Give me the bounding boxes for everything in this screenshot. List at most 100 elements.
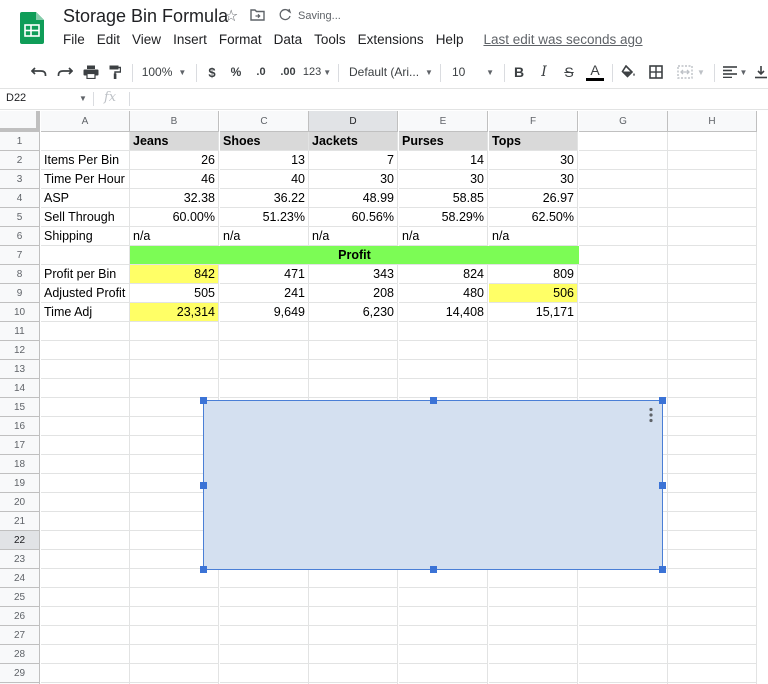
row-label-cell[interactable]: ASP: [41, 189, 130, 208]
grid-cell[interactable]: [668, 493, 757, 512]
column-title-cell[interactable]: Shoes: [220, 132, 309, 151]
menu-format[interactable]: Format: [213, 30, 268, 50]
grid-cell[interactable]: [579, 189, 668, 208]
row-header-6[interactable]: 6: [0, 227, 40, 246]
grid-cell[interactable]: [668, 284, 757, 303]
document-title[interactable]: Storage Bin Formula: [63, 6, 228, 27]
grid-cell[interactable]: [668, 645, 757, 664]
grid-cell[interactable]: [668, 417, 757, 436]
grid-cell[interactable]: [668, 626, 757, 645]
grid-cell[interactable]: [41, 512, 130, 531]
value-cell[interactable]: 51.23%: [220, 208, 309, 227]
grid-cell[interactable]: [668, 246, 757, 265]
resize-handle[interactable]: [659, 566, 666, 573]
paint-format-button[interactable]: [104, 58, 126, 86]
value-cell[interactable]: 343: [309, 265, 398, 284]
grid-cell[interactable]: [41, 379, 130, 398]
undo-button[interactable]: [28, 58, 50, 86]
grid-cell[interactable]: [130, 379, 219, 398]
value-cell[interactable]: 32.38: [130, 189, 219, 208]
column-header-g[interactable]: G: [579, 111, 668, 132]
grid-cell[interactable]: [309, 379, 398, 398]
grid-cell[interactable]: [399, 569, 488, 588]
menu-insert[interactable]: Insert: [167, 30, 213, 50]
select-all-corner[interactable]: [0, 111, 40, 132]
profit-header-band[interactable]: Profit: [130, 246, 579, 265]
more-vert-icon[interactable]: [648, 407, 654, 423]
value-cell[interactable]: 46: [130, 170, 219, 189]
row-header-23[interactable]: 23: [0, 550, 40, 569]
grid-cell[interactable]: [220, 322, 309, 341]
value-cell[interactable]: 7: [309, 151, 398, 170]
value-cell[interactable]: 30: [489, 170, 578, 189]
grid-cell[interactable]: [399, 664, 488, 683]
grid-cell[interactable]: [668, 664, 757, 683]
menu-edit[interactable]: Edit: [91, 30, 126, 50]
grid-cell[interactable]: [668, 379, 757, 398]
grid-cell[interactable]: [489, 588, 578, 607]
formula-input[interactable]: [134, 89, 764, 109]
grid-cell[interactable]: [579, 170, 668, 189]
grid-cell[interactable]: [668, 360, 757, 379]
grid-cell[interactable]: [489, 322, 578, 341]
grid-cell[interactable]: [309, 569, 398, 588]
value-cell[interactable]: 809: [489, 265, 578, 284]
grid-cell[interactable]: [668, 189, 757, 208]
row-header-20[interactable]: 20: [0, 493, 40, 512]
grid-cell[interactable]: [41, 531, 130, 550]
column-header-a[interactable]: A: [41, 111, 130, 132]
value-cell[interactable]: 241: [220, 284, 309, 303]
grid-cell[interactable]: [41, 493, 130, 512]
resize-handle[interactable]: [200, 566, 207, 573]
highlighted-value-cell[interactable]: 842: [130, 265, 219, 284]
grid-cell[interactable]: [130, 645, 219, 664]
column-header-b[interactable]: B: [130, 111, 219, 132]
row-header-16[interactable]: 16: [0, 417, 40, 436]
value-cell[interactable]: 824: [399, 265, 488, 284]
grid-cell[interactable]: [668, 569, 757, 588]
grid-cell[interactable]: [41, 455, 130, 474]
redo-button[interactable]: [54, 58, 76, 86]
grid-cell[interactable]: [41, 341, 130, 360]
row-header-24[interactable]: 24: [0, 569, 40, 588]
value-cell[interactable]: 26.97: [489, 189, 578, 208]
grid-cell[interactable]: [130, 322, 219, 341]
value-cell[interactable]: 30: [489, 151, 578, 170]
value-cell[interactable]: 15,171: [489, 303, 578, 322]
row-label-cell[interactable]: Time Per Hour: [41, 170, 130, 189]
row-header-19[interactable]: 19: [0, 474, 40, 493]
grid-cell[interactable]: [579, 626, 668, 645]
zoom-select[interactable]: 100% ▼: [138, 58, 190, 86]
grid-cell[interactable]: [41, 436, 130, 455]
value-cell[interactable]: 40: [220, 170, 309, 189]
row-header-9[interactable]: 9: [0, 284, 40, 303]
grid-cell[interactable]: [309, 322, 398, 341]
value-cell[interactable]: 471: [220, 265, 309, 284]
value-cell[interactable]: 30: [399, 170, 488, 189]
sheets-logo-icon[interactable]: [20, 12, 44, 44]
row-header-21[interactable]: 21: [0, 512, 40, 531]
row-label-cell[interactable]: Time Adj: [41, 303, 130, 322]
grid-cell[interactable]: [41, 645, 130, 664]
spreadsheet-grid[interactable]: A B C D E F G H 1 2 3 4 5 6 7 8 9 10 11 12 13 14 15 16 17 18 19 20 2…: [0, 111, 768, 684]
grid-cell[interactable]: [668, 398, 757, 417]
grid-cell[interactable]: [489, 645, 578, 664]
column-title-cell[interactable]: Purses: [399, 132, 488, 151]
value-cell[interactable]: n/a: [220, 227, 309, 246]
grid-cell[interactable]: [668, 265, 757, 284]
grid-cell[interactable]: [309, 664, 398, 683]
resize-handle[interactable]: [200, 397, 207, 404]
text-color-button[interactable]: A: [584, 58, 606, 86]
value-cell[interactable]: 13: [220, 151, 309, 170]
grid-cell[interactable]: [399, 626, 488, 645]
star-icon[interactable]: ☆: [224, 6, 238, 26]
percent-format-button[interactable]: %: [228, 58, 244, 86]
grid-cell[interactable]: [399, 645, 488, 664]
grid-cell[interactable]: [579, 607, 668, 626]
value-cell[interactable]: 14,408: [399, 303, 488, 322]
row-header-26[interactable]: 26: [0, 607, 40, 626]
grid-cell[interactable]: [579, 360, 668, 379]
value-cell[interactable]: 36.22: [220, 189, 309, 208]
grid-cell[interactable]: [668, 208, 757, 227]
grid-cell[interactable]: [489, 341, 578, 360]
